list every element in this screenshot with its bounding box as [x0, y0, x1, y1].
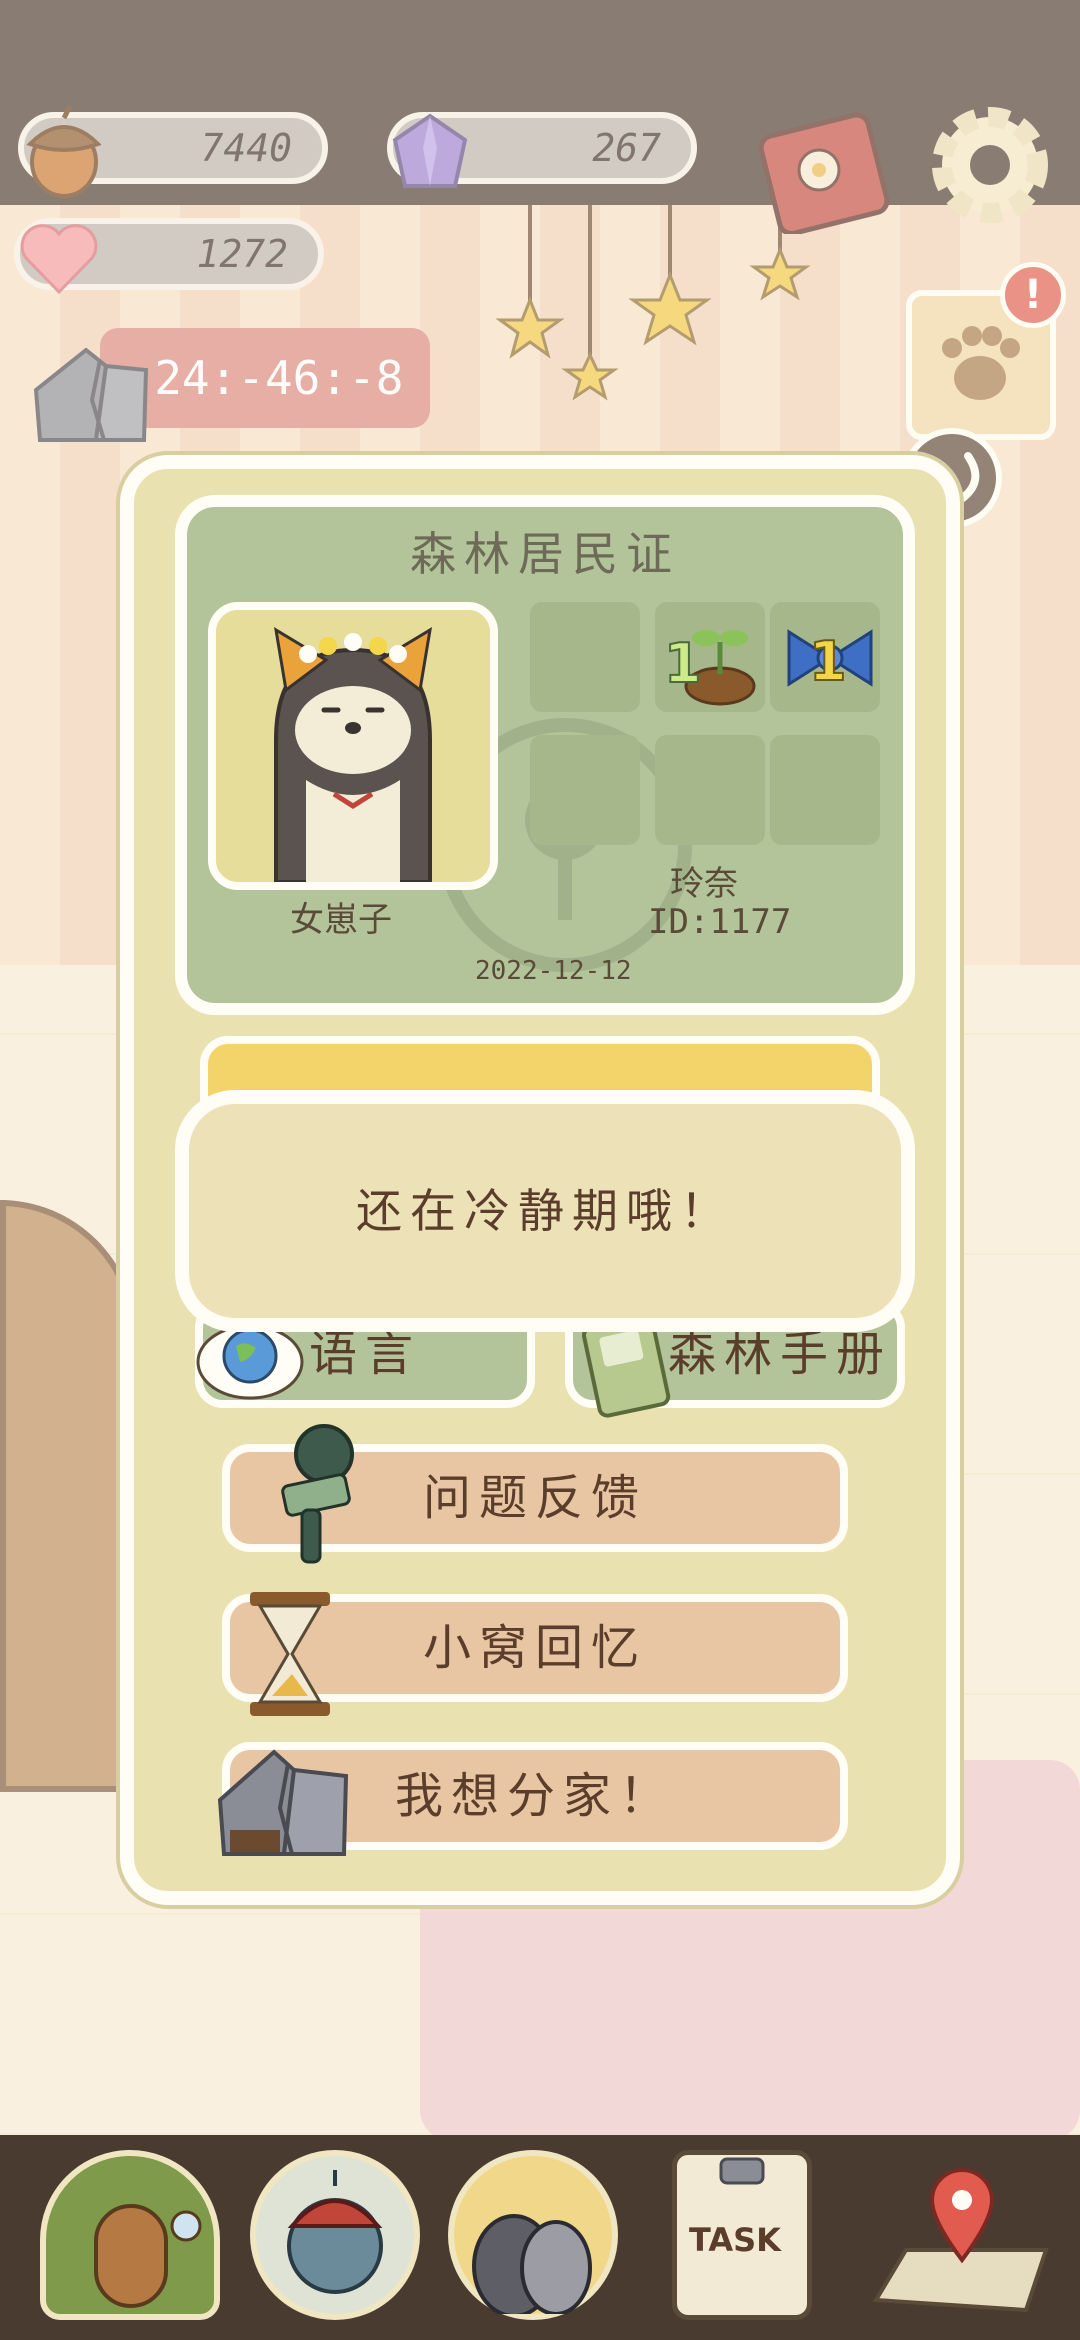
forest-handbook-label: 森林手册: [667, 1326, 892, 1382]
player-avatar: [208, 602, 498, 890]
map-pin-icon: [872, 2168, 1049, 2313]
nav-friends-button[interactable]: [448, 2150, 618, 2320]
nav-home-button[interactable]: [40, 2150, 220, 2320]
badge-slot: [770, 735, 880, 845]
feedback-label: 问题反馈: [422, 1470, 647, 1526]
badge-slot: [655, 735, 765, 845]
toast-message: 还在冷静期哦！: [356, 1184, 734, 1238]
bow-badge-count: 1: [808, 629, 848, 694]
player-name: 玲奈: [670, 864, 738, 904]
nav-map-button[interactable]: [866, 2150, 1056, 2320]
badge-slot: [530, 602, 640, 712]
nav-task-button[interactable]: TASK: [672, 2150, 812, 2320]
animal-friends-icon: [472, 2214, 592, 2318]
sprout-badge: 1: [660, 608, 770, 708]
nav-character-button[interactable]: [250, 2150, 420, 2320]
cooldown-toast: 还在冷静期哦！: [175, 1090, 915, 1332]
home-memories-label: 小窝回忆: [422, 1620, 647, 1676]
badge-slot: [530, 735, 640, 845]
hourglass-icon: [250, 1592, 330, 1716]
bow-badge: 1: [775, 608, 885, 708]
split-home-label: 我想分家！: [394, 1768, 675, 1824]
language-label: 语言: [308, 1326, 421, 1382]
shiba-dog-portrait: [216, 610, 490, 882]
broken-house-icon: [217, 1749, 349, 1856]
hobbit-house-icon: [94, 2204, 202, 2308]
card-title: 森林居民证: [410, 527, 680, 581]
microphone-icon: [281, 1424, 354, 1564]
sprout-badge-count: 1: [663, 631, 703, 696]
task-label: TASK: [689, 2221, 781, 2259]
issue-date: 2022-12-12: [475, 956, 632, 986]
player-title: 女崽子: [290, 900, 392, 940]
penguin-pilot-icon: [287, 2170, 383, 2294]
player-id: ID:1177: [648, 902, 792, 942]
